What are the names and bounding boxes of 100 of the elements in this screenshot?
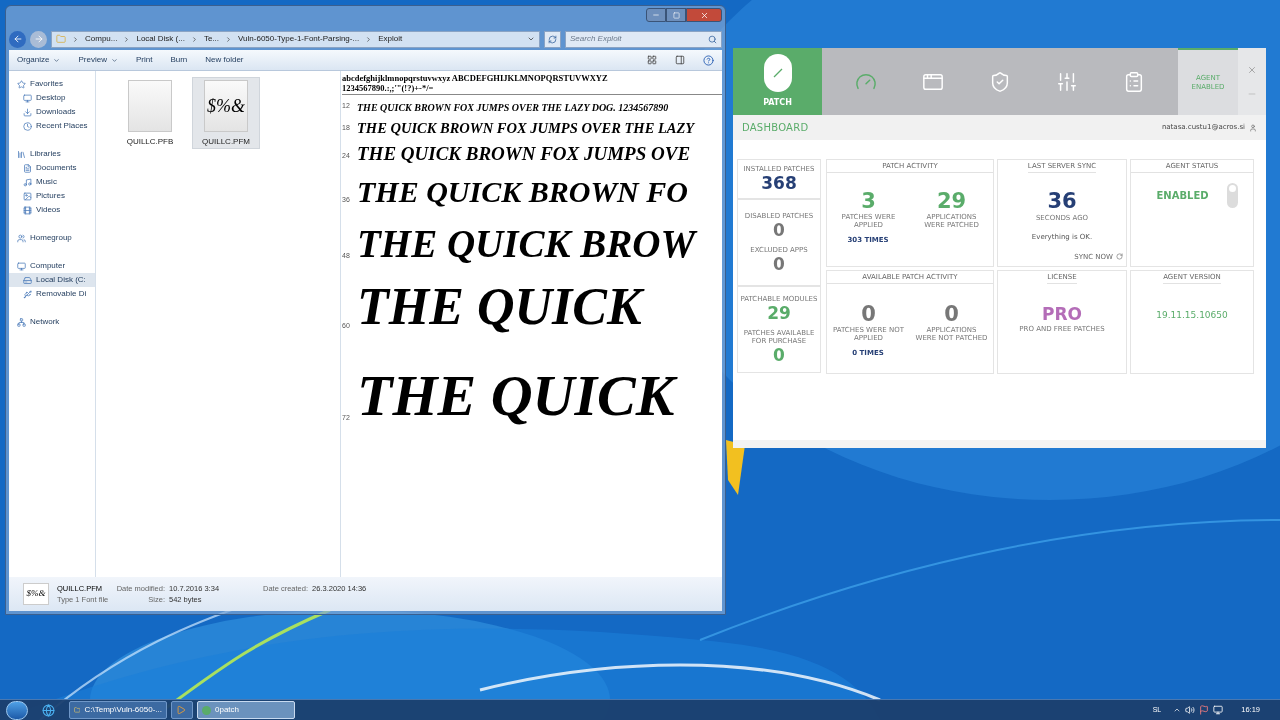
toolbar-button[interactable]: Preview — [78, 54, 118, 66]
music-icon — [23, 177, 32, 187]
chevron-icon — [527, 35, 535, 43]
speaker-icon[interactable] — [1185, 705, 1196, 715]
close-button[interactable] — [686, 8, 722, 22]
file-name: QUILLC.PFM — [202, 136, 250, 148]
stat-value: 29 — [936, 189, 967, 213]
search-input[interactable]: Search Exploit — [570, 33, 708, 45]
nav-item[interactable]: Pictures — [9, 189, 95, 203]
chevron-icon — [190, 35, 198, 43]
agent-version: 19.11.15.10650 — [1156, 309, 1228, 322]
nav-item[interactable]: Favorites — [9, 77, 95, 91]
preview-pane-icon[interactable] — [675, 55, 685, 65]
details-thumbnail: $%& — [23, 583, 49, 605]
image-icon — [23, 191, 32, 201]
flag-icon[interactable] — [1199, 705, 1210, 715]
taskbar-item[interactable] — [171, 701, 193, 719]
nav-item[interactable]: Computer — [9, 259, 95, 273]
nav-item[interactable]: Libraries — [9, 147, 95, 161]
caret-icon — [53, 56, 61, 64]
breadcrumb[interactable]: Vuln-6050-Type-1-Font-Parsing-... — [238, 33, 360, 45]
file-item[interactable]: QUILLC.PFB — [116, 77, 184, 149]
maximize-button[interactable] — [666, 8, 686, 22]
file-icon — [128, 80, 172, 132]
folder-icon — [74, 705, 81, 715]
chevron-icon[interactable] — [1173, 706, 1182, 714]
charset-line: 1234567890.:,;'"(!?)+-*/= — [342, 83, 435, 93]
chevron-icon — [365, 35, 373, 43]
library-icon — [17, 149, 26, 159]
nav-item[interactable]: Network — [9, 315, 95, 329]
sliders-icon[interactable] — [1056, 70, 1079, 93]
document-icon — [23, 163, 32, 173]
back-arrow-icon — [12, 34, 23, 44]
stat-value: 0 — [773, 344, 785, 365]
nav-item[interactable]: Removable Di — [9, 287, 95, 301]
file-item[interactable]: $%& QUILLC.PFM — [192, 77, 260, 149]
folder-icon — [56, 34, 66, 44]
taskbar-item[interactable]: C:\Temp\Vuln-6050-... — [69, 701, 167, 719]
sync-value: 36 — [1047, 189, 1077, 213]
sample-text: THE QUICK BROW — [357, 224, 696, 263]
nav-item[interactable]: Recent Places — [9, 119, 95, 133]
refresh-icon — [1116, 253, 1123, 261]
chevron-icon — [72, 35, 79, 43]
stat-value: 29 — [767, 302, 791, 323]
minimize-icon — [652, 11, 660, 19]
toolbar-button[interactable]: New folder — [205, 54, 244, 66]
charset-line: abcdefghijklmnopqrstuvwxyz ABCDEFGHIJKLMNOPQRSTUVWXYZ — [342, 73, 609, 83]
help-icon[interactable] — [703, 54, 714, 66]
sample-text: THE QUICK BROWN FOX JUMPS OVER THE LAZY — [357, 120, 695, 135]
sample-text: THE QUICK BROWN FOX JUMPS OVER THE LAZY DOG. 1234567890 — [357, 103, 669, 113]
license-value: PRO — [1042, 304, 1082, 324]
monitor-icon — [17, 261, 26, 271]
file-name: QUILLC.PFB — [126, 136, 174, 148]
breadcrumb[interactable]: Compu... — [85, 33, 118, 45]
task-label: C:\Temp\Vuln-6050-... — [84, 704, 162, 716]
forward-arrow-icon — [33, 34, 44, 44]
browser-icon[interactable] — [42, 703, 55, 717]
sample-text: THE QUICK BROWN FO — [357, 177, 688, 207]
download-icon — [23, 107, 32, 117]
film-icon — [23, 205, 32, 215]
section-title: DASHBOARD — [742, 121, 809, 135]
breadcrumb[interactable]: Local Disk (... — [136, 33, 185, 45]
toolbar-button[interactable]: Print — [135, 54, 153, 66]
address-bar[interactable]: Compu... Local Disk (... Te... Vuln-6050-Type-1-Font-Parsing-... Exploit — [51, 30, 540, 48]
nav-item[interactable]: Desktop — [9, 91, 95, 105]
breadcrumb[interactable]: Te... — [203, 33, 220, 45]
nav-item[interactable]: Local Disk (C: — [9, 273, 95, 287]
stat-value: 0 — [861, 302, 876, 326]
search-field[interactable]: Search Exploit — [565, 30, 722, 48]
toolbar-button[interactable]: Organize — [17, 54, 61, 66]
search-icon — [708, 34, 717, 44]
nav-item[interactable]: Videos — [9, 203, 95, 217]
minimize-button[interactable] — [646, 8, 666, 22]
breadcrumb[interactable]: Exploit — [378, 33, 403, 45]
sample-text: THE QUICK BROWN FOX JUMPS OVE — [357, 144, 691, 163]
start-button[interactable] — [6, 700, 28, 720]
forward-button[interactable] — [30, 30, 47, 48]
network-icon[interactable] — [1213, 705, 1224, 715]
user-icon[interactable] — [1249, 123, 1257, 132]
nav-item[interactable]: Homegroup — [9, 231, 95, 245]
users-icon — [17, 233, 26, 243]
back-button[interactable] — [9, 30, 26, 48]
star-icon — [17, 79, 26, 89]
network-icon — [17, 317, 26, 327]
patch-app-icon — [202, 705, 211, 715]
patch-logo-icon — [763, 54, 792, 92]
nav-item[interactable]: Documents — [9, 161, 95, 175]
agent-toggle[interactable] — [1226, 183, 1238, 208]
usb-icon — [23, 289, 32, 299]
close-icon[interactable] — [1247, 65, 1257, 75]
close-icon — [699, 10, 709, 20]
view-icon[interactable] — [647, 55, 657, 65]
nav-item[interactable]: Downloads — [9, 105, 95, 119]
nav-item[interactable]: Music — [9, 175, 95, 189]
stat-value: 3 — [861, 189, 876, 213]
monitor-icon — [23, 93, 32, 103]
stat-value: 368 — [761, 173, 797, 193]
agent-status: ENABLED — [1156, 189, 1209, 203]
refresh-button[interactable] — [544, 30, 561, 48]
toolbar-button[interactable]: Burn — [170, 54, 188, 66]
